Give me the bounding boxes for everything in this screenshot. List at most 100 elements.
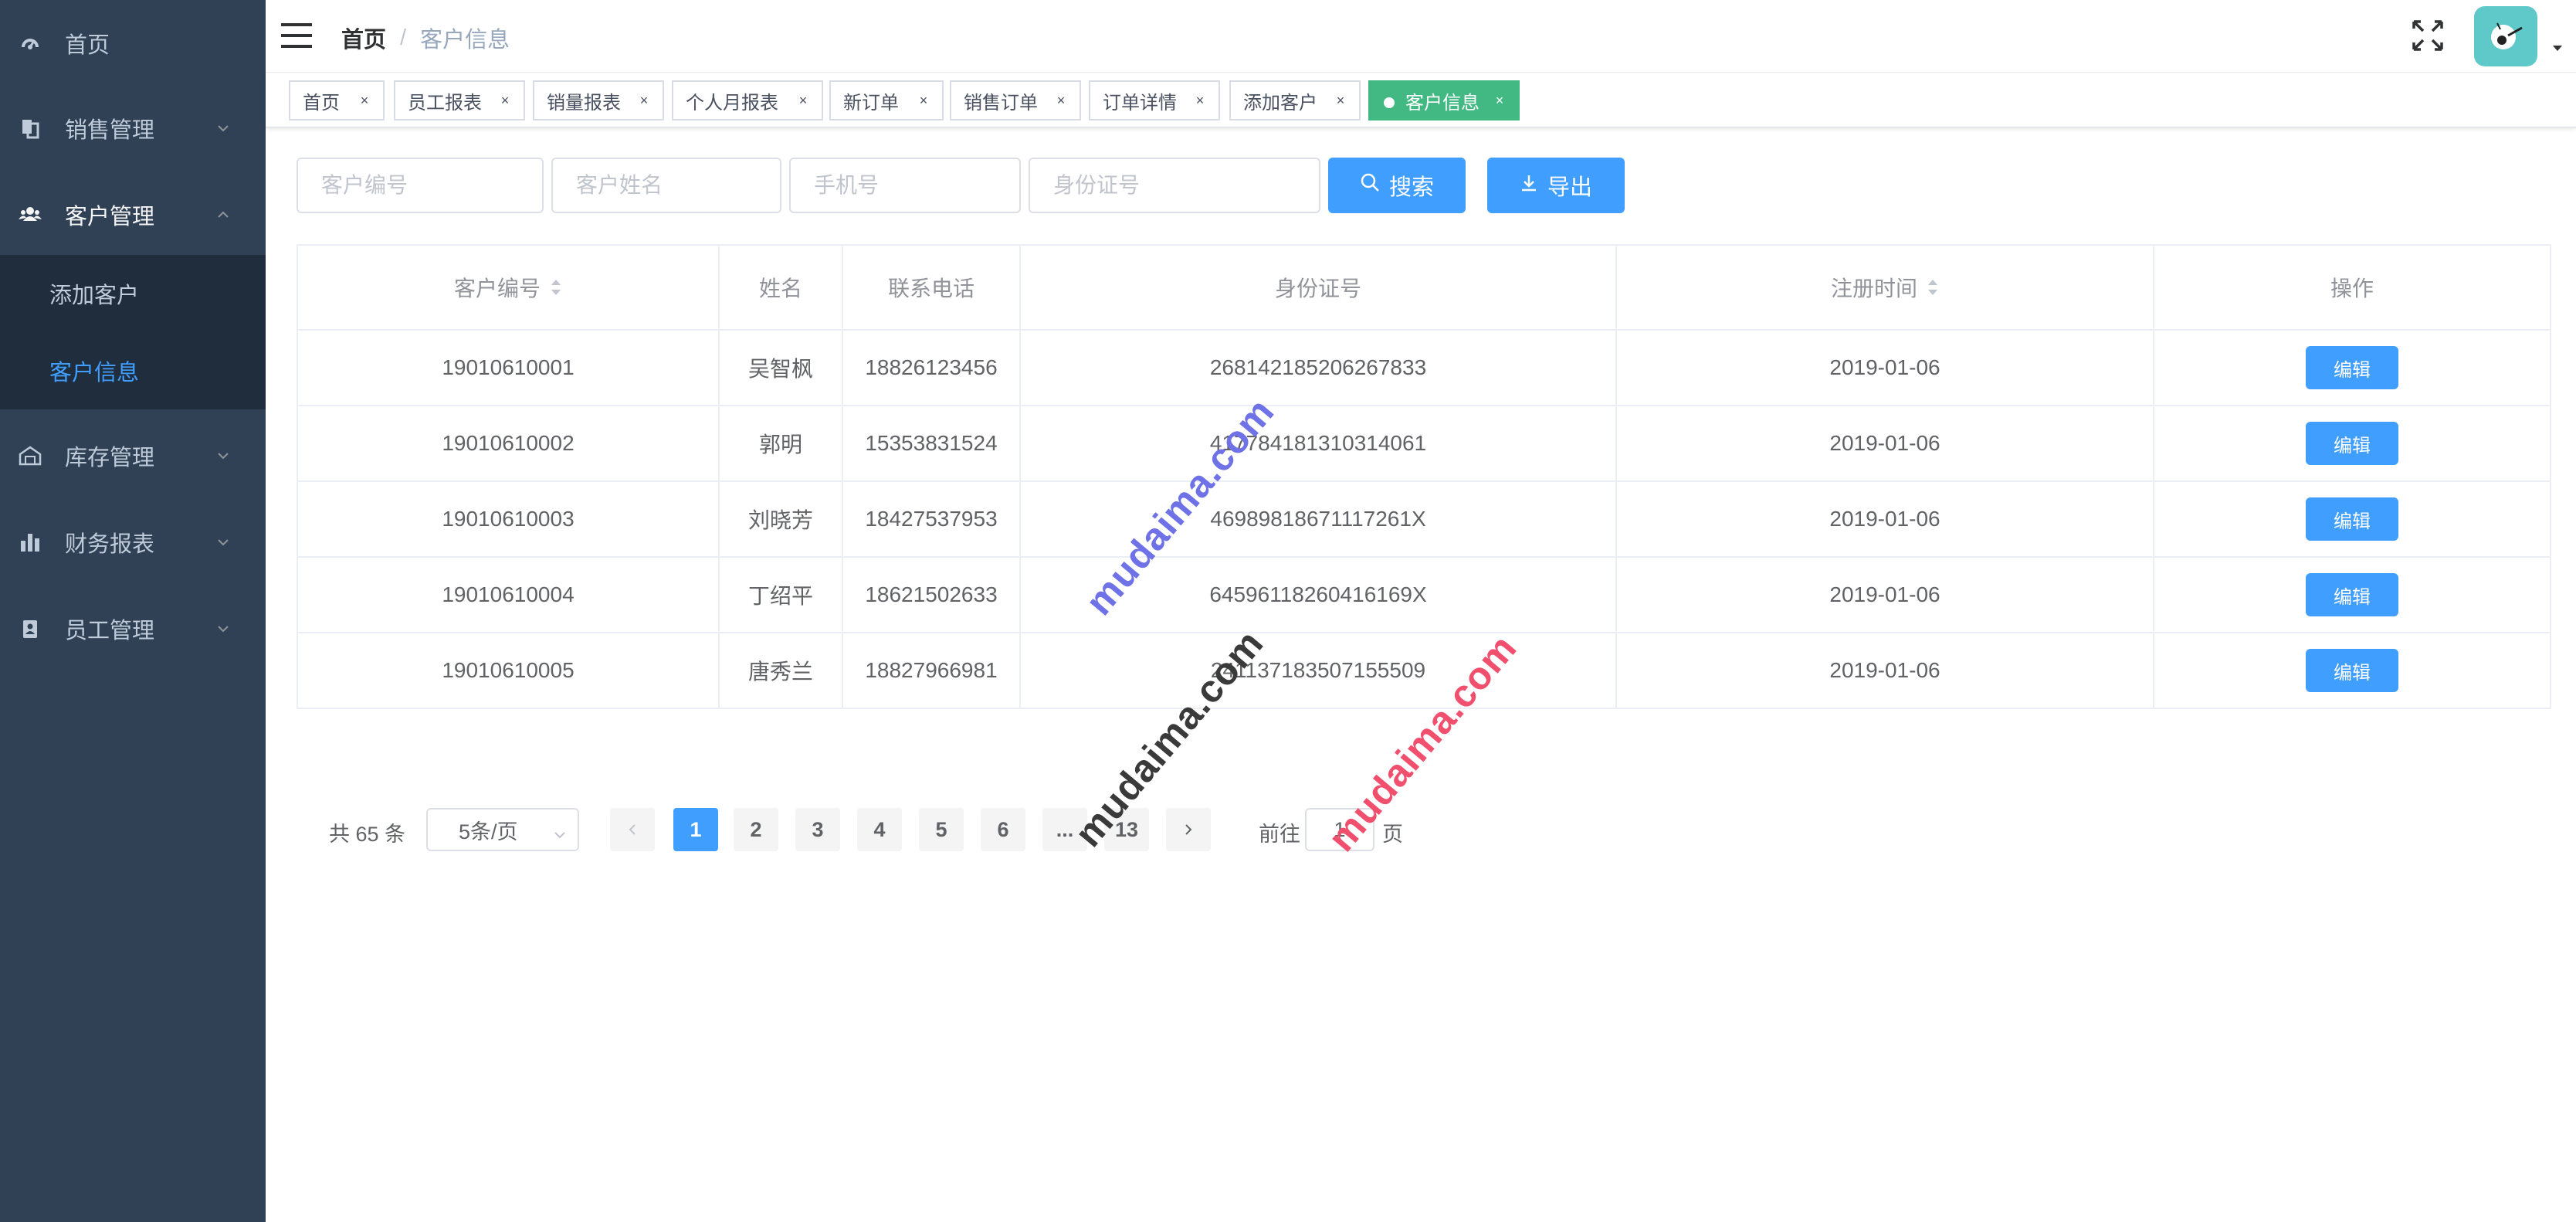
cell-customer-id: 19010610005 xyxy=(298,633,720,708)
cell-register-time: 2019-01-06 xyxy=(1617,558,2154,632)
customer-table: 客户编号 姓名 联系电话 身份证号 注册时间 操作 19010610001 吴智… xyxy=(297,244,2551,709)
tag-home[interactable]: 首页 × xyxy=(289,80,385,121)
goto-page-input[interactable] xyxy=(1305,808,1374,851)
customer-name-input[interactable] xyxy=(551,158,781,213)
breadcrumb-current: 客户信息 xyxy=(420,28,510,53)
cell-name: 唐秀兰 xyxy=(720,633,843,708)
tag-sales-order[interactable]: 销售订单 × xyxy=(950,80,1081,121)
tag-label: 首页 xyxy=(303,92,340,114)
cell-actions: 编辑 xyxy=(2154,406,2550,480)
close-icon[interactable]: × xyxy=(357,93,372,108)
edit-button[interactable]: 编辑 xyxy=(2306,422,2398,465)
tag-new-order[interactable]: 新订单 × xyxy=(829,80,944,121)
edit-button[interactable]: 编辑 xyxy=(2306,346,2398,389)
sidebar-item-add-customer[interactable]: 添加客户 xyxy=(0,255,266,332)
caret-down-icon[interactable] xyxy=(2551,42,2564,54)
close-icon[interactable]: × xyxy=(497,93,513,108)
breadcrumb-home[interactable]: 首页 xyxy=(341,22,386,54)
tag-label: 客户信息 xyxy=(1405,92,1480,114)
cell-id-card: 268142185206267833 xyxy=(1021,331,1617,405)
search-button[interactable]: 搜索 xyxy=(1328,158,1466,213)
close-icon[interactable]: × xyxy=(1053,93,1069,108)
sidebar-item-label: 销售管理 xyxy=(65,118,155,143)
page-button[interactable]: 13 xyxy=(1104,808,1149,851)
cell-name: 郭明 xyxy=(720,406,843,480)
page-button[interactable]: 6 xyxy=(981,808,1025,851)
page-button[interactable]: 4 xyxy=(857,808,902,851)
close-icon[interactable]: × xyxy=(1492,93,1507,108)
page-ellipsis[interactable]: ... xyxy=(1042,808,1087,851)
chevron-down-icon xyxy=(215,447,232,464)
goto-unit: 页 xyxy=(1382,823,1403,846)
close-icon[interactable]: × xyxy=(916,93,931,108)
page-button[interactable]: 5 xyxy=(919,808,964,851)
column-header-customer-id: 客户编号 xyxy=(298,246,720,329)
close-icon[interactable]: × xyxy=(1333,93,1348,108)
cell-customer-id: 19010610001 xyxy=(298,331,720,405)
sidebar-item-staff[interactable]: 员工管理 xyxy=(0,586,266,672)
tag-label: 员工报表 xyxy=(408,92,482,114)
chevron-down-icon xyxy=(215,120,232,137)
page-size-select[interactable]: 5条/页 xyxy=(426,808,579,851)
tag-staff-report[interactable]: 员工报表 × xyxy=(394,80,525,121)
pagination-total: 共 65 条 xyxy=(329,823,406,846)
sidebar-item-home[interactable]: 首页 xyxy=(0,0,266,87)
sidebar-item-customers[interactable]: 客户管理 xyxy=(0,171,266,258)
customer-submenu: 添加客户 客户信息 xyxy=(0,255,266,409)
prev-page-button[interactable] xyxy=(610,808,655,851)
tag-add-customer[interactable]: 添加客户 × xyxy=(1229,80,1361,121)
sidebar-item-customer-info[interactable]: 客户信息 xyxy=(0,332,266,409)
sidebar-item-sales[interactable]: 销售管理 xyxy=(0,85,266,171)
tags-view: 首页 × 员工报表 × 销量报表 × 个人月报表 × 新订单 × 销售订单 × … xyxy=(266,73,2576,127)
sidebar-item-inventory[interactable]: 库存管理 xyxy=(0,412,266,499)
next-page-button[interactable] xyxy=(1166,808,1211,851)
sort-icon[interactable] xyxy=(1927,277,1939,297)
edit-button[interactable]: 编辑 xyxy=(2306,497,2398,541)
edit-button[interactable]: 编辑 xyxy=(2306,649,2398,692)
chevron-down-icon xyxy=(215,534,232,551)
close-icon[interactable]: × xyxy=(1192,93,1208,108)
customer-id-input[interactable] xyxy=(297,158,544,213)
bar-chart-icon xyxy=(19,531,42,554)
tag-monthly-report[interactable]: 个人月报表 × xyxy=(672,80,823,121)
tag-label: 添加客户 xyxy=(1243,92,1317,114)
avatar[interactable] xyxy=(2474,6,2537,66)
page-button[interactable]: 1 xyxy=(673,808,718,851)
badge-icon xyxy=(19,617,42,640)
column-header-label: 客户编号 xyxy=(453,277,541,300)
column-header-label: 注册时间 xyxy=(1830,277,1917,300)
edit-button[interactable]: 编辑 xyxy=(2306,573,2398,616)
sidebar-item-label: 财务报表 xyxy=(65,532,155,557)
tag-customer-info[interactable]: 客户信息 × xyxy=(1368,80,1520,121)
export-button[interactable]: 导出 xyxy=(1487,158,1625,213)
cell-phone: 18826123456 xyxy=(843,331,1021,405)
page-button[interactable]: 3 xyxy=(795,808,840,851)
tag-order-detail[interactable]: 订单详情 × xyxy=(1089,80,1220,121)
cell-phone: 18427537953 xyxy=(843,482,1021,556)
page-size-value: 5条/页 xyxy=(459,820,518,844)
sidebar-item-label: 员工管理 xyxy=(65,619,155,643)
fullscreen-icon[interactable] xyxy=(2411,19,2445,53)
page-button[interactable]: 2 xyxy=(734,808,778,851)
cell-actions: 编辑 xyxy=(2154,482,2550,556)
hamburger-menu-icon[interactable] xyxy=(281,20,312,51)
table-row: 19010610005 唐秀兰 18827966981 241137183507… xyxy=(298,633,2550,709)
export-button-label: 导出 xyxy=(1547,175,1592,200)
phone-input[interactable] xyxy=(789,158,1021,213)
breadcrumb: 首页 / 客户信息 xyxy=(341,22,510,54)
cell-actions: 编辑 xyxy=(2154,633,2550,708)
tag-label: 个人月报表 xyxy=(686,92,778,114)
sort-icon[interactable] xyxy=(550,277,562,297)
tag-label: 订单详情 xyxy=(1103,92,1177,114)
cell-id-card: 64596118260416169X xyxy=(1021,558,1617,632)
cell-register-time: 2019-01-06 xyxy=(1617,633,2154,708)
tag-sales-report[interactable]: 销量报表 × xyxy=(533,80,664,121)
id-card-input[interactable] xyxy=(1029,158,1320,213)
table-row: 19010610004 丁绍平 18621502633 645961182604… xyxy=(298,558,2550,633)
close-icon[interactable]: × xyxy=(795,93,811,108)
cell-phone: 15353831524 xyxy=(843,406,1021,480)
column-header-actions: 操作 xyxy=(2330,277,2374,300)
sidebar-item-finance[interactable]: 财务报表 xyxy=(0,499,266,586)
close-icon[interactable]: × xyxy=(636,93,652,108)
chevron-left-icon xyxy=(629,824,636,835)
